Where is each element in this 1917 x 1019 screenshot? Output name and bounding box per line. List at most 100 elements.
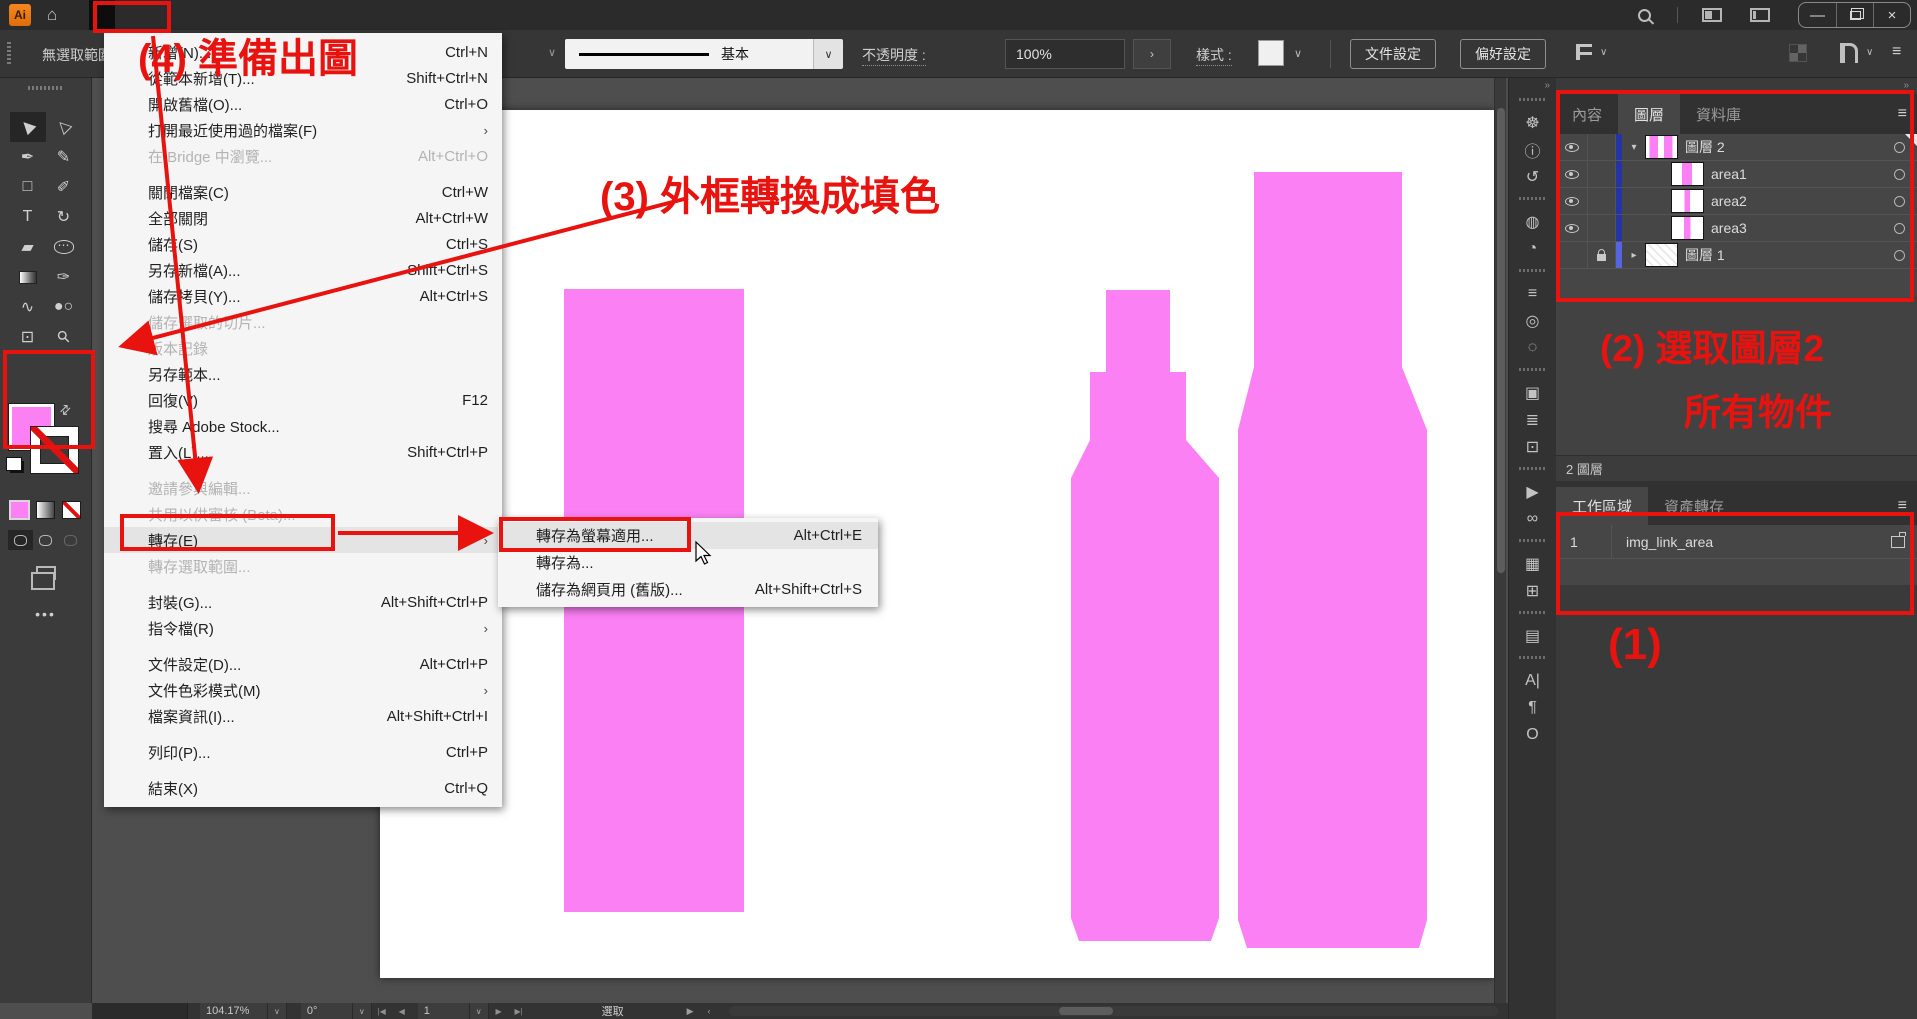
expand-toggle-icon[interactable]: ▾ (1622, 142, 1646, 153)
menu-item[interactable]: 置入(L)... Shift+Ctrl+P (104, 439, 502, 465)
tool-button[interactable]: ↻ (46, 202, 82, 232)
large-bottle-shape[interactable] (1238, 172, 1427, 948)
menu-item[interactable]: 文件色彩模式(M) › (104, 677, 502, 703)
menu-item[interactable]: 打開最近使用過的檔案(F) › (104, 117, 502, 143)
menu-item[interactable]: 新增(N)... Ctrl+N (104, 39, 502, 65)
layer-name[interactable]: area2 (1711, 193, 1747, 209)
panel-menu-icon[interactable]: ≡ (1898, 487, 1917, 525)
menu-item[interactable]: 版本記錄 (104, 335, 502, 361)
screen-mode-button[interactable] (36, 566, 56, 580)
tool-button[interactable]: ✎ (46, 142, 82, 172)
visibility-cell[interactable] (1556, 188, 1588, 214)
expand-toggle-icon[interactable]: ▸ (1622, 250, 1646, 261)
tool-button[interactable]: T (10, 202, 46, 232)
tool-button[interactable]: ⚲ (46, 322, 82, 352)
menu-item[interactable]: 儲存(S) Ctrl+S (104, 231, 502, 257)
lock-cell[interactable] (1588, 242, 1616, 268)
opacity-more-button[interactable]: › (1133, 39, 1171, 69)
restore-button[interactable] (1836, 3, 1873, 27)
status-field[interactable]: 選取 (553, 1003, 673, 1019)
submenu-item[interactable]: 轉存為螢幕適用... Alt+Ctrl+E (498, 522, 878, 549)
next-artboard-icon[interactable]: ▶ (489, 1003, 509, 1019)
visibility-cell[interactable] (1556, 242, 1588, 268)
tab-layers[interactable]: 圖層 (1618, 94, 1680, 134)
tab-asset-export[interactable]: 資產轉存 (1648, 487, 1740, 525)
layer-row[interactable]: ▸ 圖層 1 (1556, 242, 1917, 269)
collapse-panel-icon[interactable]: » (1556, 78, 1917, 94)
tab-libraries[interactable]: 資料庫 (1680, 94, 1757, 134)
arrange-documents-icon[interactable] (1840, 43, 1858, 63)
layer-thumbnail[interactable] (1646, 136, 1677, 158)
draw-normal-button[interactable] (8, 530, 33, 550)
previous-artboard-icon[interactable]: ◀ (392, 1003, 412, 1019)
menu-item[interactable]: 另存新檔(A)... Shift+Ctrl+S (104, 257, 502, 283)
home-icon[interactable]: ⌂ (47, 5, 57, 25)
menu-item[interactable]: 檔案資訊(I)... Alt+Shift+Ctrl+I (104, 703, 502, 729)
brush-dropdown-chevron[interactable]: ∨ (813, 39, 843, 69)
target-circle-icon[interactable] (1894, 196, 1905, 207)
layer-row[interactable]: area1 (1556, 161, 1917, 188)
artboard-name[interactable]: img_link_area (1612, 534, 1713, 550)
menu-item[interactable]: 儲存拷貝(Y)... Alt+Ctrl+S (104, 283, 502, 309)
default-fill-stroke-icon[interactable] (7, 458, 21, 470)
small-bottle-shape[interactable] (1071, 290, 1219, 941)
menu-item[interactable]: 全部關閉 Alt+Ctrl+W (104, 205, 502, 231)
menubar-item[interactable] (219, 0, 245, 30)
menu-item[interactable]: 從範本新增(T)... Shift+Ctrl+N (104, 65, 502, 91)
menu-item[interactable]: 文件設定(D)... Alt+Ctrl+P (104, 651, 502, 677)
menu-item[interactable]: 結束(X) Ctrl+Q (104, 775, 502, 801)
layer-row[interactable]: area2 (1556, 188, 1917, 215)
arrange-chevron-icon[interactable]: ∨ (1866, 47, 1873, 58)
status-menu-arrow-icon[interactable]: ▶ (687, 1006, 694, 1017)
close-button[interactable]: × (1873, 3, 1910, 27)
layer-name[interactable]: area1 (1711, 166, 1747, 182)
document-arrange-icon[interactable] (1750, 8, 1770, 22)
search-icon[interactable] (1638, 9, 1651, 22)
scrollbar-thumb[interactable] (1497, 108, 1505, 573)
lock-cell[interactable] (1588, 215, 1616, 241)
rotation-value[interactable]: 0° (301, 1003, 353, 1019)
visibility-cell[interactable] (1556, 215, 1588, 241)
target-circle-icon[interactable] (1894, 142, 1905, 153)
draw-behind-button[interactable] (33, 530, 58, 550)
layer-thumbnail[interactable] (1646, 244, 1677, 266)
tab-properties[interactable]: 內容 (1556, 94, 1618, 134)
tool-button[interactable]: ⋯ (46, 232, 82, 262)
expand-panels-icon[interactable]: » (1509, 78, 1556, 91)
horizontal-scrollbar[interactable] (729, 1006, 1499, 1016)
scroll-left-icon[interactable]: ‹ (708, 1006, 711, 1016)
document-grid-icon[interactable] (1790, 45, 1806, 61)
menu-item[interactable]: 在 Bridge 中瀏覽... Alt+Ctrl+O (104, 143, 502, 169)
tool-button[interactable] (10, 262, 46, 292)
layer-row[interactable]: ▾ 圖層 2 (1556, 134, 1917, 161)
style-label[interactable]: 樣式 : (1196, 45, 1232, 66)
menu-item[interactable]: 儲存選取的切片... (104, 309, 502, 335)
panel-grip[interactable] (7, 42, 11, 66)
menu-item[interactable]: 邀請參與編輯... (104, 475, 502, 501)
layer-name[interactable]: 圖層 2 (1685, 137, 1725, 157)
tool-button[interactable]: ▶ (10, 112, 46, 142)
menu-item[interactable]: 轉存(E) › (104, 527, 502, 553)
gradient-button[interactable] (37, 502, 54, 518)
visibility-cell[interactable] (1556, 134, 1588, 160)
stroke-swatch[interactable] (31, 427, 78, 473)
menubar-item[interactable] (297, 0, 323, 30)
opacity-label[interactable]: 不透明度 : (862, 45, 926, 66)
none-button[interactable] (63, 502, 80, 518)
menu-item[interactable]: 共用以供審核 (Beta)... (104, 501, 502, 527)
control-panel-menu-icon[interactable]: ≡ (1892, 43, 1901, 61)
visibility-cell[interactable] (1556, 161, 1588, 187)
target-circle-icon[interactable] (1894, 250, 1905, 261)
target-circle-icon[interactable] (1894, 169, 1905, 180)
color-button[interactable] (11, 502, 28, 518)
menu-item[interactable] (104, 641, 502, 651)
first-artboard-icon[interactable]: |◀ (372, 1003, 392, 1019)
layer-name[interactable]: area3 (1711, 220, 1747, 236)
layer-thumbnail[interactable] (1672, 217, 1703, 239)
menubar-item[interactable] (245, 0, 271, 30)
preferences-button[interactable]: 偏好設定 (1460, 39, 1546, 69)
align-dropdown-chevron[interactable]: ∨ (1600, 47, 1607, 58)
menu-item[interactable]: 關閉檔案(C) Ctrl+W (104, 179, 502, 205)
target-circle-icon[interactable] (1894, 223, 1905, 234)
artboard-navigation-field[interactable]: 1 (418, 1003, 470, 1019)
